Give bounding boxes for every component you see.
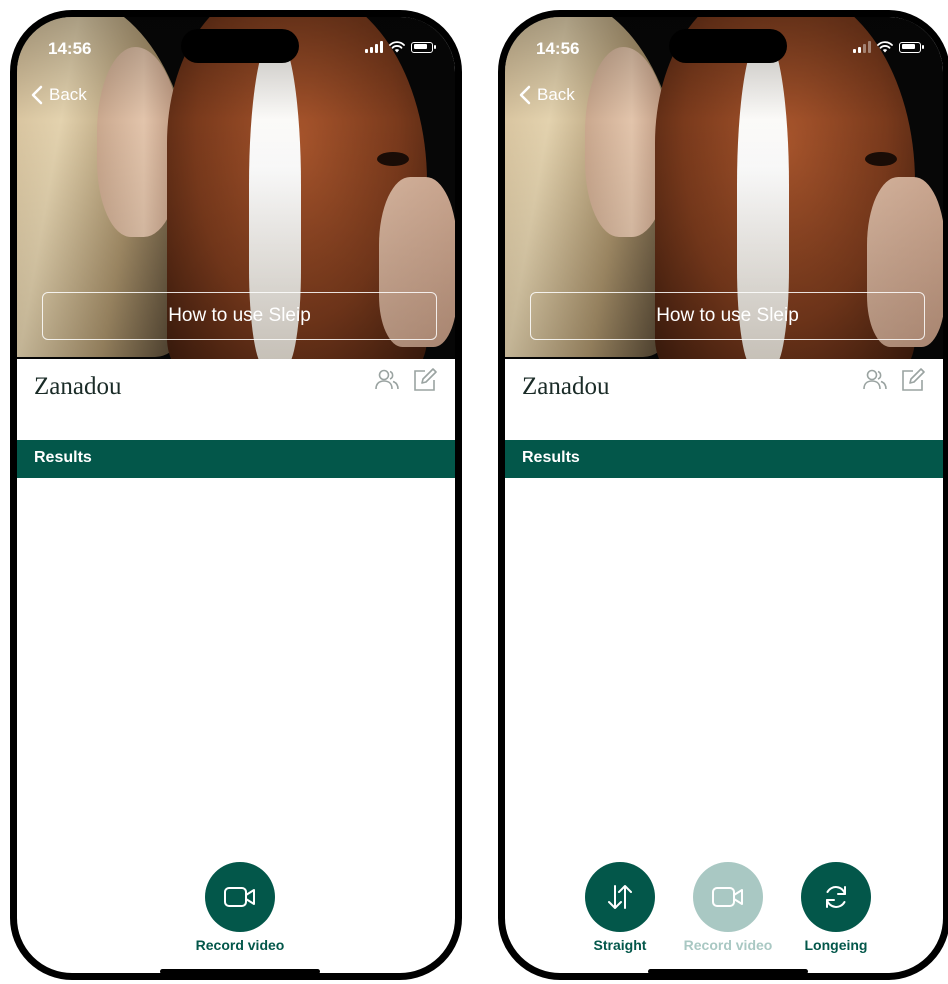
battery-icon bbox=[899, 41, 924, 53]
signal-icon bbox=[853, 41, 871, 53]
horse-name: Zanadou bbox=[34, 373, 122, 400]
home-indicator[interactable] bbox=[160, 969, 320, 973]
straight-button[interactable] bbox=[585, 862, 655, 932]
phone-screen-1: 14:56 Back How to use Sleip Zanadou Resu… bbox=[10, 10, 462, 980]
swap-vertical-icon bbox=[608, 885, 632, 909]
home-indicator[interactable] bbox=[648, 969, 808, 973]
edit-icon[interactable] bbox=[412, 367, 438, 393]
back-label: Back bbox=[537, 85, 575, 104]
status-time: 14:56 bbox=[48, 39, 92, 58]
results-label: Results bbox=[522, 449, 580, 466]
status-time: 14:56 bbox=[536, 39, 580, 58]
how-to-use-button[interactable]: How to use Sleip bbox=[42, 292, 437, 340]
back-button[interactable]: Back bbox=[519, 85, 575, 105]
horse-actions bbox=[862, 367, 926, 393]
record-video-label: Record video bbox=[195, 937, 285, 953]
back-button[interactable]: Back bbox=[31, 85, 87, 105]
edit-icon[interactable] bbox=[900, 367, 926, 393]
horse-name: Zanadou bbox=[522, 373, 610, 400]
straight-label: Straight bbox=[593, 937, 647, 953]
record-video-label: Record video bbox=[683, 937, 773, 953]
video-camera-icon bbox=[712, 887, 743, 907]
video-camera-icon bbox=[224, 887, 255, 907]
record-video-button[interactable] bbox=[205, 862, 275, 932]
chevron-left-icon bbox=[519, 85, 531, 105]
back-label: Back bbox=[49, 85, 87, 104]
signal-icon bbox=[365, 41, 383, 53]
results-label: Results bbox=[34, 449, 92, 466]
dynamic-island bbox=[669, 29, 787, 63]
users-icon[interactable] bbox=[374, 367, 400, 393]
how-to-use-button[interactable]: How to use Sleip bbox=[530, 292, 925, 340]
phone-screen-2: 14:56 Back How to use Sleip Zanadou Resu… bbox=[498, 10, 948, 980]
dynamic-island bbox=[181, 29, 299, 63]
users-icon[interactable] bbox=[862, 367, 888, 393]
longeing-label: Longeing bbox=[804, 937, 868, 953]
longeing-button[interactable] bbox=[801, 862, 871, 932]
battery-icon bbox=[411, 41, 436, 53]
status-icons bbox=[365, 41, 436, 53]
results-header: Results bbox=[17, 440, 455, 478]
wifi-icon bbox=[389, 41, 405, 53]
refresh-icon bbox=[826, 886, 846, 908]
chevron-left-icon bbox=[31, 85, 43, 105]
horse-actions bbox=[374, 367, 438, 393]
status-icons bbox=[853, 41, 924, 53]
record-video-button[interactable] bbox=[693, 862, 763, 932]
results-header: Results bbox=[505, 440, 943, 478]
wifi-icon bbox=[877, 41, 893, 53]
